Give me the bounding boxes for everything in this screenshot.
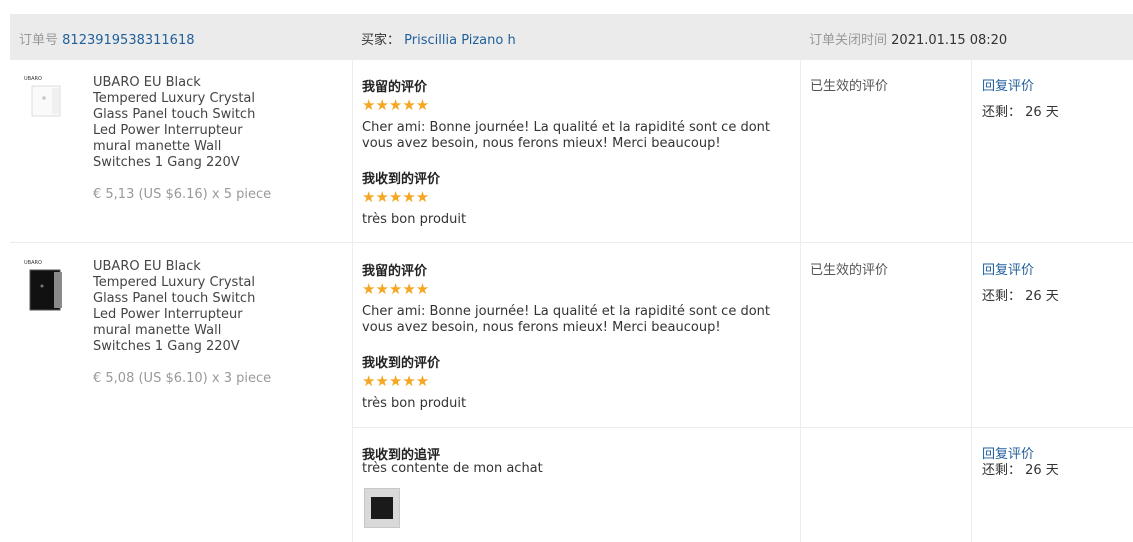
remaining-days: 还剩： 26 天 [982, 289, 1059, 304]
left-review-heading: 我留的评价 [362, 80, 428, 95]
review-photo-content [371, 497, 393, 519]
column-divider [800, 60, 801, 542]
star-rating: ★★★★★ [362, 280, 430, 298]
buyer-group: 买家： Priscillia Pizano h [361, 29, 516, 48]
remaining-days: 还剩： 26 天 [982, 105, 1059, 120]
star-rating: ★★★★★ [362, 96, 430, 114]
received-review-text: très bon produit [362, 212, 467, 227]
review-photo-thumbnail[interactable] [364, 488, 400, 528]
reply-review-link[interactable]: 回复评价 [982, 259, 1034, 278]
order-closed-label: 订单关闭时间 [809, 33, 888, 48]
order-closed-time: 2021.01.15 08:20 [891, 33, 1008, 48]
brand-mark: UBARO [24, 260, 42, 266]
row-divider [10, 242, 1133, 243]
left-review-text: Cher ami: Bonne journée! La qualité et l… [362, 120, 770, 151]
review-status: 已生效的评价 [810, 79, 889, 94]
star-rating: ★★★★★ [362, 188, 430, 206]
order-header: 订单号 8123919538311618 买家： Priscillia Piza… [10, 14, 1133, 60]
received-review-heading: 我收到的评价 [362, 172, 441, 187]
column-divider [352, 60, 353, 542]
followup-review-text: très contente de mon achat [362, 461, 543, 476]
left-review-text: Cher ami: Bonne journée! La qualité et l… [362, 304, 770, 335]
order-number-label: 订单号 [19, 33, 59, 48]
top-spacer [0, 0, 1133, 14]
brand-mark: UBARO [24, 76, 42, 82]
product-title-link[interactable]: UBARO EU Black Tempered Luxury Crystal G… [93, 75, 263, 171]
remaining-days: 还剩： 26 天 [982, 463, 1059, 478]
product-image[interactable]: UBARO [22, 258, 66, 311]
review-status: 已生效的评价 [810, 263, 889, 278]
order-number-group: 订单号 8123919538311618 [19, 29, 195, 48]
received-review-heading: 我收到的评价 [362, 356, 441, 371]
star-rating: ★★★★★ [362, 372, 430, 390]
buyer-name-link[interactable]: Priscillia Pizano h [404, 33, 516, 48]
product-price: € 5,08 (US $6.10) x 3 piece [93, 371, 272, 386]
received-review-text: très bon produit [362, 396, 467, 411]
left-review-heading: 我留的评价 [362, 264, 428, 279]
order-closed-group: 订单关闭时间 2021.01.15 08:20 [809, 29, 1007, 48]
row-divider [352, 427, 1133, 428]
buyer-label: 买家： [361, 33, 401, 48]
reply-review-link[interactable]: 回复评价 [982, 75, 1034, 94]
product-title-link[interactable]: UBARO EU Black Tempered Luxury Crystal G… [93, 259, 263, 355]
product-image[interactable]: UBARO [22, 74, 66, 118]
product-price: € 5,13 (US $6.16) x 5 piece [93, 187, 272, 202]
order-number-link[interactable]: 8123919538311618 [62, 33, 194, 48]
column-divider [971, 60, 972, 542]
